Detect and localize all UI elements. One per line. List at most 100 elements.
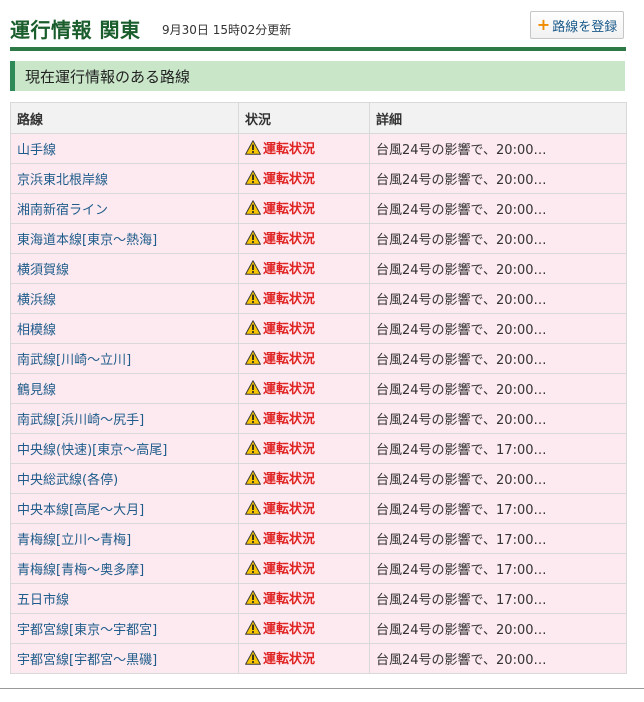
detail-cell: 台風24号の影響で、20:00… xyxy=(369,253,627,284)
detail-cell: 台風24号の影響で、17:00… xyxy=(369,583,627,614)
detail-text: 台風24号の影響で、17:00… xyxy=(376,443,547,458)
table-row: 京浜東北根岸線 運転状況 台風24号の影響で、20:00… xyxy=(10,163,627,194)
detail-cell: 台風24号の影響で、20:00… xyxy=(369,613,627,644)
status-link[interactable]: 運転状況 xyxy=(245,618,315,637)
warning-icon xyxy=(245,560,261,575)
status-link[interactable]: 運転状況 xyxy=(245,558,315,577)
warning-icon xyxy=(245,380,261,395)
line-link[interactable]: 相模線 xyxy=(17,323,56,338)
status-label: 運転状況 xyxy=(263,622,316,637)
table-header-row: 路線 状況 詳細 xyxy=(10,102,627,134)
line-link[interactable]: 青梅線[青梅～奥多摩] xyxy=(17,563,144,578)
warning-icon xyxy=(245,350,261,365)
status-cell: 運転状況 xyxy=(238,193,370,224)
line-cell: 横須賀線 xyxy=(10,253,239,284)
line-cell: 中央本線[高尾～大月] xyxy=(10,493,239,524)
table-row: 青梅線[青梅～奥多摩] 運転状況 台風24号の影響で、17:00… xyxy=(10,553,627,584)
detail-cell: 台風24号の影響で、17:00… xyxy=(369,553,627,584)
status-label: 運転状況 xyxy=(263,352,316,367)
line-link[interactable]: 中央総武線(各停) xyxy=(17,473,118,488)
table-row: 鶴見線 運転状況 台風24号の影響で、20:00… xyxy=(10,373,627,404)
line-link[interactable]: 京浜東北根岸線 xyxy=(17,173,108,188)
status-link[interactable]: 運転状況 xyxy=(245,378,315,397)
detail-text: 台風24号の影響で、20:00… xyxy=(376,353,547,368)
line-cell: 中央総武線(各停) xyxy=(10,463,239,494)
line-cell: 相模線 xyxy=(10,313,239,344)
line-link[interactable]: 中央線(快速)[東京～高尾] xyxy=(17,443,167,458)
line-link[interactable]: 青梅線[立川～青梅] xyxy=(17,533,131,548)
table-row: 宇都宮線[東京～宇都宮] 運転状況 台風24号の影響で、20:00… xyxy=(10,613,627,644)
status-link[interactable]: 運転状況 xyxy=(245,438,315,457)
line-cell: 青梅線[青梅～奥多摩] xyxy=(10,553,239,584)
status-link[interactable]: 運転状況 xyxy=(245,318,315,337)
line-cell: 宇都宮線[宇都宮～黒磯] xyxy=(10,643,239,674)
line-link[interactable]: 中央本線[高尾～大月] xyxy=(17,503,144,518)
status-cell: 運転状況 xyxy=(238,133,370,164)
line-link[interactable]: 南武線[川崎～立川] xyxy=(17,353,131,368)
table-row: 横浜線 運転状況 台風24号の影響で、20:00… xyxy=(10,283,627,314)
warning-icon xyxy=(245,620,261,635)
status-link[interactable]: 運転状況 xyxy=(245,588,315,607)
status-label: 運転状況 xyxy=(263,262,316,277)
status-link[interactable]: 運転状況 xyxy=(245,648,315,667)
warning-icon xyxy=(245,260,261,275)
status-cell: 運転状況 xyxy=(238,433,370,464)
line-link[interactable]: 五日市線 xyxy=(17,593,69,608)
status-link[interactable]: 運転状況 xyxy=(245,198,315,217)
line-link[interactable]: 南武線[浜川崎～尻手] xyxy=(17,413,144,428)
status-link[interactable]: 運転状況 xyxy=(245,228,315,247)
status-cell: 運転状況 xyxy=(238,373,370,404)
status-cell: 運転状況 xyxy=(238,553,370,584)
status-link[interactable]: 運転状況 xyxy=(245,348,315,367)
detail-cell: 台風24号の影響で、20:00… xyxy=(369,313,627,344)
status-link[interactable]: 運転状況 xyxy=(245,468,315,487)
status-label: 運転状況 xyxy=(263,232,316,247)
detail-text: 台風24号の影響で、20:00… xyxy=(376,263,547,278)
line-link[interactable]: 山手線 xyxy=(17,143,56,158)
status-label: 運転状況 xyxy=(263,442,316,457)
detail-cell: 台風24号の影響で、20:00… xyxy=(369,343,627,374)
status-label: 運転状況 xyxy=(263,532,316,547)
status-link[interactable]: 運転状況 xyxy=(245,168,315,187)
line-link[interactable]: 東海道本線[東京～熱海] xyxy=(17,233,157,248)
status-label: 運転状況 xyxy=(263,592,316,607)
status-label: 運転状況 xyxy=(263,322,316,337)
line-cell: 南武線[川崎～立川] xyxy=(10,343,239,374)
table-row: 五日市線 運転状況 台風24号の影響で、17:00… xyxy=(10,583,627,614)
line-link[interactable]: 鶴見線 xyxy=(17,383,56,398)
detail-text: 台風24号の影響で、20:00… xyxy=(376,413,547,428)
status-link[interactable]: 運転状況 xyxy=(245,528,315,547)
warning-icon xyxy=(245,470,261,485)
status-cell: 運転状況 xyxy=(238,493,370,524)
line-cell: 中央線(快速)[東京～高尾] xyxy=(10,433,239,464)
detail-cell: 台風24号の影響で、20:00… xyxy=(369,193,627,224)
status-link[interactable]: 運転状況 xyxy=(245,498,315,517)
warning-icon xyxy=(245,290,261,305)
status-link[interactable]: 運転状況 xyxy=(245,288,315,307)
line-link[interactable]: 宇都宮線[宇都宮～黒磯] xyxy=(17,653,157,668)
status-link[interactable]: 運転状況 xyxy=(245,258,315,277)
table-row: 青梅線[立川～青梅] 運転状況 台風24号の影響で、17:00… xyxy=(10,523,627,554)
status-label: 運転状況 xyxy=(263,652,316,667)
status-cell: 運転状況 xyxy=(238,463,370,494)
table-row: 横須賀線 運転状況 台風24号の影響で、20:00… xyxy=(10,253,627,284)
status-link[interactable]: 運転状況 xyxy=(245,138,315,157)
warning-icon xyxy=(245,650,261,665)
detail-text: 台風24号の影響で、20:00… xyxy=(376,323,547,338)
status-link[interactable]: 運転状況 xyxy=(245,408,315,427)
register-line-button[interactable]: + 路線を登録 xyxy=(530,11,624,39)
detail-cell: 台風24号の影響で、20:00… xyxy=(369,283,627,314)
line-link[interactable]: 宇都宮線[東京～宇都宮] xyxy=(17,623,157,638)
section-heading: 現在運行情報のある路線 xyxy=(10,61,625,91)
table-row: 山手線 運転状況 台風24号の影響で、20:00… xyxy=(10,133,627,164)
line-link[interactable]: 横須賀線 xyxy=(17,263,69,278)
detail-cell: 台風24号の影響で、20:00… xyxy=(369,643,627,674)
line-link[interactable]: 横浜線 xyxy=(17,293,56,308)
update-timestamp: 9月30日 15時02分更新 xyxy=(162,23,292,37)
page-title: 運行情報 関東 xyxy=(10,18,141,42)
status-label: 運転状況 xyxy=(263,472,316,487)
status-label: 運転状況 xyxy=(263,412,316,427)
line-link[interactable]: 湘南新宿ライン xyxy=(17,203,108,218)
section-title: 現在運行情報のある路線 xyxy=(25,67,191,86)
page-bottom-divider xyxy=(0,688,644,689)
